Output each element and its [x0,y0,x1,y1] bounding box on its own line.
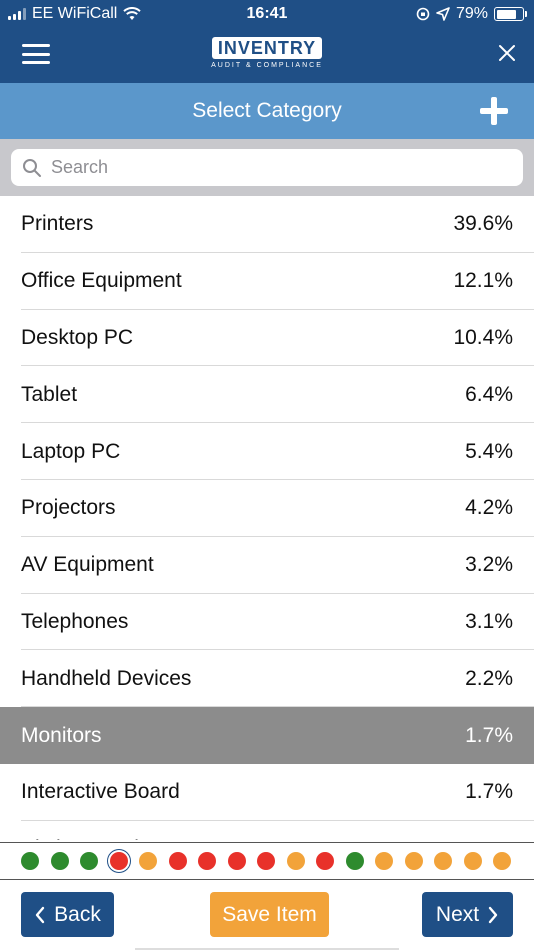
category-percent: 1.7% [465,723,513,747]
category-name: Telephones [21,609,129,633]
category-percent: 1.7% [465,837,513,840]
progress-dot-red[interactable] [198,852,216,870]
category-row[interactable]: Tablet 6.4% [0,366,534,423]
logo-subtitle: AUDIT & COMPLIANCE [211,62,323,69]
category-percent: 39.6% [453,212,513,236]
category-percent: 1.7% [465,780,513,804]
category-row[interactable]: Office Equipment 12.1% [0,253,534,310]
footer-toolbar: Back Save Item Next [0,880,534,950]
category-list: Printers 39.6% Office Equipment 12.1% Deskto… [0,196,534,840]
item-progress-dots [0,842,534,880]
category-percent: 3.1% [465,609,513,633]
progress-dot-orange[interactable] [493,852,511,870]
logo-wordmark: INVENTRY [211,37,323,59]
category-row[interactable]: Laptop PC 5.4% [0,423,534,480]
menu-button[interactable] [22,44,50,64]
progress-dot-orange[interactable] [286,852,305,870]
progress-dot-red[interactable] [316,852,334,870]
search-input[interactable] [51,157,491,178]
category-row[interactable]: Projectors 4.2% [0,480,534,537]
progress-dot-red[interactable] [257,852,275,870]
search-box [11,149,523,186]
category-name: Laptop PC [21,439,121,463]
search-bar [0,139,534,196]
category-name: Interactive Board [21,780,180,804]
category-percent: 10.4% [453,325,513,349]
progress-dot-red[interactable] [109,852,128,870]
category-name: Handheld Devices [21,666,192,690]
progress-dot-red[interactable] [227,852,246,870]
category-name: Monitors [21,723,102,747]
menu-icon [22,44,50,47]
category-name: Kitchen Equipment [21,837,197,840]
chevron-left-icon [35,906,45,923]
save-button-label: Save Item [222,902,317,926]
category-percent: 12.1% [453,269,513,293]
close-icon[interactable] [496,42,518,64]
category-name: Desktop PC [21,325,134,349]
next-button[interactable]: Next [422,892,513,937]
battery-percent: 79% [455,5,488,22]
progress-dot-orange[interactable] [139,852,157,870]
progress-dot-green[interactable] [50,852,69,870]
category-row[interactable]: Handheld Devices 2.2% [0,650,534,707]
category-percent: 2.2% [465,666,513,690]
location-arrow-icon [436,7,450,21]
save-item-button[interactable]: Save Item [210,892,329,937]
category-name: AV Equipment [21,553,154,577]
category-row[interactable]: Telephones 3.1% [0,594,534,651]
progress-dot-orange[interactable] [463,852,482,870]
search-icon [23,158,41,177]
category-row[interactable]: Desktop PC 10.4% [0,310,534,367]
back-button[interactable]: Back [21,892,114,937]
category-name: Projectors [21,496,116,520]
category-name: Tablet [21,382,78,406]
category-row[interactable]: Interactive Board 1.7% [0,764,534,821]
progress-dot-red[interactable] [168,852,187,870]
category-row[interactable]: AV Equipment 3.2% [0,537,534,594]
category-percent: 3.2% [465,553,513,577]
progress-dot-green[interactable] [21,852,39,870]
app-header: EE WiFiCall 16:41 79% INVENTRY AUDIT & C… [0,0,534,83]
next-button-label: Next [435,902,480,926]
category-percent: 6.4% [465,382,513,406]
page-title: Select Category [192,99,342,122]
category-row[interactable]: Printers 39.6% [0,196,534,253]
category-row[interactable]: Kitchen Equipment 1.7% [0,821,534,840]
title-bar: Select Category [0,83,534,139]
progress-dot-orange[interactable] [404,852,423,870]
app-logo: INVENTRY AUDIT & COMPLIANCE [210,37,324,73]
battery-icon [494,7,527,21]
category-name: Office Equipment [21,269,182,293]
rotation-lock-icon [416,7,430,21]
category-percent: 5.4% [465,439,513,463]
category-row[interactable]: Monitors 1.7% [0,707,534,764]
progress-dot-orange[interactable] [434,852,452,870]
progress-dot-orange[interactable] [375,852,393,870]
category-percent: 4.2% [465,496,513,520]
battery-level [496,9,517,19]
chevron-right-icon [488,906,498,923]
back-button-label: Back [54,902,101,926]
status-bar: EE WiFiCall 16:41 79% [0,0,534,28]
category-name: Printers [21,212,94,236]
add-category-button[interactable] [480,97,508,125]
progress-dot-green[interactable] [345,852,364,870]
progress-dot-green[interactable] [80,852,98,870]
